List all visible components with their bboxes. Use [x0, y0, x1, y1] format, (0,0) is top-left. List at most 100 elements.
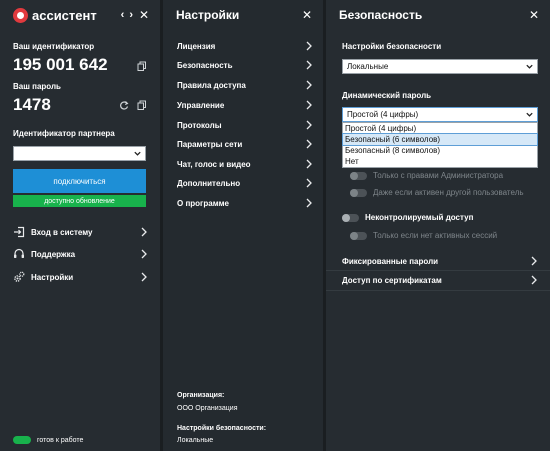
menu-item-login-label: Вход в систему — [31, 227, 93, 237]
settings-item-label: Параметры сети — [177, 139, 243, 149]
copy-id-icon[interactable] — [137, 61, 147, 71]
chevron-right-icon — [306, 80, 312, 90]
chevron-down-icon — [134, 151, 141, 156]
login-icon — [13, 226, 25, 238]
org-value: ООО Организация — [177, 405, 238, 412]
dropdown-option[interactable]: Нет — [343, 156, 537, 167]
dropdown-option[interactable]: Безопасный (6 символов) — [342, 133, 538, 146]
partner-id-input[interactable] — [13, 146, 146, 161]
settings-item-protocols[interactable]: Протоколы — [177, 116, 313, 134]
assistant-header: ассистент ‹ › ✕ — [0, 0, 160, 30]
security-title: Безопасность — [339, 8, 423, 22]
settings-header: Настройки ✕ — [163, 0, 323, 30]
refresh-icon[interactable] — [119, 100, 129, 110]
settings-item-license[interactable]: Лицензия — [177, 37, 313, 55]
even-if-active-row: Даже если активен другой пользователь — [350, 188, 524, 197]
settings-item-label: Управление — [177, 100, 225, 110]
row-divider — [326, 290, 550, 291]
settings-item-management[interactable]: Управление — [177, 96, 313, 114]
security-settings-label: Настройки безопасности: — [177, 425, 267, 432]
dynamic-password-value: Простой (4 цифры) — [347, 110, 419, 119]
settings-item-advanced[interactable]: Дополнительно — [177, 174, 313, 192]
chevron-right-icon — [306, 60, 312, 70]
settings-item-label: Безопасность — [177, 60, 233, 70]
uncontrolled-access-row: Неконтролируемый доступ — [342, 213, 473, 222]
org-label: Организация: — [177, 392, 225, 399]
menu-item-support[interactable]: Поддержка — [13, 245, 148, 263]
menu-item-login[interactable]: Вход в систему — [13, 223, 148, 241]
security-panel: Безопасность ✕ Настройки безопасности Ло… — [326, 0, 550, 451]
close-icon[interactable]: ✕ — [528, 8, 540, 22]
uncontrolled-access-toggle[interactable] — [342, 213, 359, 222]
dropdown-option[interactable]: Простой (4 цифры) — [343, 123, 537, 134]
password-value: 1478 — [13, 95, 51, 114]
even-if-active-label: Даже если активен другой пользователь — [373, 188, 524, 197]
header-controls: ‹ › ✕ — [121, 8, 150, 22]
settings-item-label: Протоколы — [177, 120, 222, 130]
security-settings-select[interactable]: Локальные — [342, 59, 538, 74]
row-divider — [326, 270, 550, 271]
password-label: Ваш пароль — [13, 82, 61, 91]
chevron-right-icon — [141, 272, 147, 282]
fixed-passwords-item[interactable]: Фиксированные пароли — [342, 253, 538, 269]
settings-item-label: Чат, голос и видео — [177, 159, 251, 169]
security-settings-value: Локальные — [177, 437, 214, 444]
settings-item-network[interactable]: Параметры сети — [177, 135, 313, 153]
status-text: готов к работе — [37, 436, 84, 444]
connect-button[interactable]: подключиться — [13, 169, 146, 193]
uncontrolled-access-label: Неконтролируемый доступ — [365, 213, 474, 222]
no-sessions-toggle[interactable] — [350, 231, 367, 240]
settings-item-label: Лицензия — [177, 41, 216, 51]
gears-icon — [13, 271, 25, 283]
chevron-down-icon — [526, 112, 533, 117]
your-id-label: Ваш идентификатор — [13, 42, 95, 51]
menu-item-settings-label: Настройки — [31, 272, 74, 282]
no-sessions-label: Только если нет активных сессий — [373, 231, 498, 240]
status-indicator — [13, 436, 31, 444]
security-header: Безопасность ✕ — [326, 0, 550, 30]
chevron-right-icon — [531, 275, 537, 285]
menu-item-support-label: Поддержка — [31, 249, 76, 259]
admin-only-row: Только с правами Администратора — [350, 171, 503, 180]
chevron-right-icon — [141, 249, 147, 259]
settings-item-security[interactable]: Безопасность — [177, 56, 313, 74]
settings-title: Настройки — [176, 8, 240, 22]
settings-item-chat[interactable]: Чат, голос и видео — [177, 155, 313, 173]
security-settings-value: Локальные — [347, 62, 389, 71]
update-available-button[interactable]: доступно обновление — [13, 195, 146, 207]
chevron-right-icon — [306, 178, 312, 188]
even-if-active-toggle[interactable] — [350, 188, 367, 197]
chevron-right-icon — [306, 120, 312, 130]
chevron-right-icon — [306, 159, 312, 169]
chevron-right-icon[interactable]: › — [129, 9, 133, 21]
assistant-panel: ассистент ‹ › ✕ Ваш идентификатор 195 00… — [0, 0, 160, 451]
close-icon[interactable]: ✕ — [301, 8, 313, 22]
partner-id-label: Идентификатор партнера — [13, 129, 115, 138]
chevron-right-icon — [306, 41, 312, 51]
security-settings-label: Настройки безопасности — [342, 42, 442, 51]
no-sessions-row: Только если нет активных сессий — [350, 231, 497, 240]
settings-item-label: Правила доступа — [177, 80, 246, 90]
your-id-value: 195 001 642 — [13, 55, 108, 74]
dropdown-option[interactable]: Безопасный (8 символов) — [343, 145, 537, 156]
settings-item-label: Дополнительно — [177, 178, 241, 188]
dynamic-password-label: Динамический пароль — [342, 91, 432, 100]
chevron-right-icon — [531, 256, 537, 266]
app-name: ассистент — [32, 7, 97, 23]
chevron-left-icon[interactable]: ‹ — [121, 9, 125, 21]
dynamic-password-select[interactable]: Простой (4 цифры) — [342, 107, 538, 122]
copy-password-icon[interactable] — [137, 100, 147, 110]
close-icon[interactable]: ✕ — [138, 8, 150, 22]
chevron-right-icon — [141, 227, 147, 237]
chevron-right-icon — [306, 100, 312, 110]
certificate-access-item[interactable]: Доступ по сертификатам — [342, 272, 538, 288]
settings-item-access-rules[interactable]: Правила доступа — [177, 76, 313, 94]
status-bar: готов к работе — [13, 436, 83, 444]
certificate-access-label: Доступ по сертификатам — [342, 275, 442, 285]
admin-only-label: Только с правами Администратора — [373, 171, 504, 180]
settings-item-about[interactable]: О программе — [177, 194, 313, 212]
settings-panel: Настройки ✕ Лицензия Безопасность Правил… — [163, 0, 323, 451]
app-logo: ассистент — [13, 7, 97, 23]
admin-only-toggle[interactable] — [350, 171, 367, 180]
menu-item-settings[interactable]: Настройки — [13, 268, 148, 286]
